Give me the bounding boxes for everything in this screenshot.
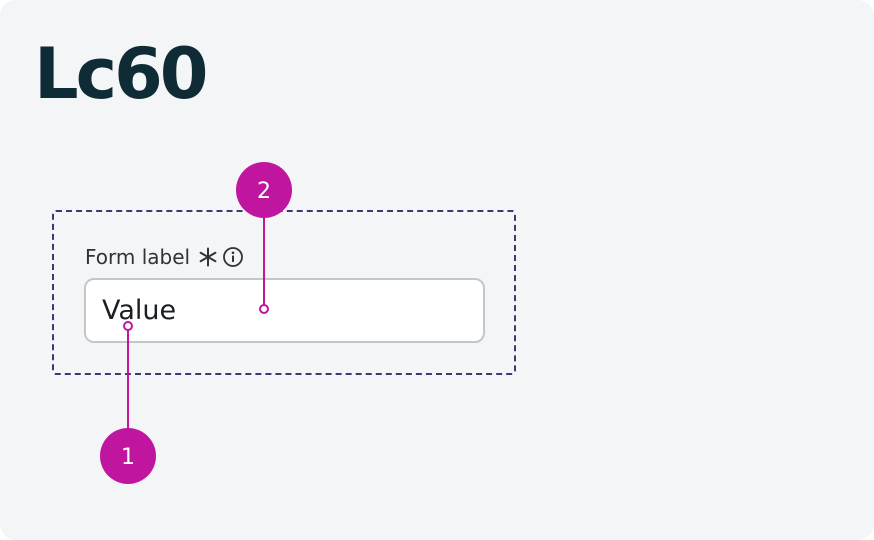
asterisk-icon: [199, 247, 217, 267]
annotation-number-2: 2: [257, 179, 271, 204]
form-label: Form label: [85, 245, 191, 269]
annotation-badge-1: [100, 428, 156, 484]
page-title: Lc60: [34, 33, 209, 115]
documentation-card: Lc60 Form label Value 1 2: [0, 0, 874, 540]
annotation-number-1: 1: [121, 445, 135, 470]
info-circle-icon[interactable]: [222, 246, 244, 268]
form-label-row: Form label: [85, 242, 244, 272]
text-input[interactable]: Value: [84, 278, 485, 343]
input-value: Value: [102, 295, 177, 326]
